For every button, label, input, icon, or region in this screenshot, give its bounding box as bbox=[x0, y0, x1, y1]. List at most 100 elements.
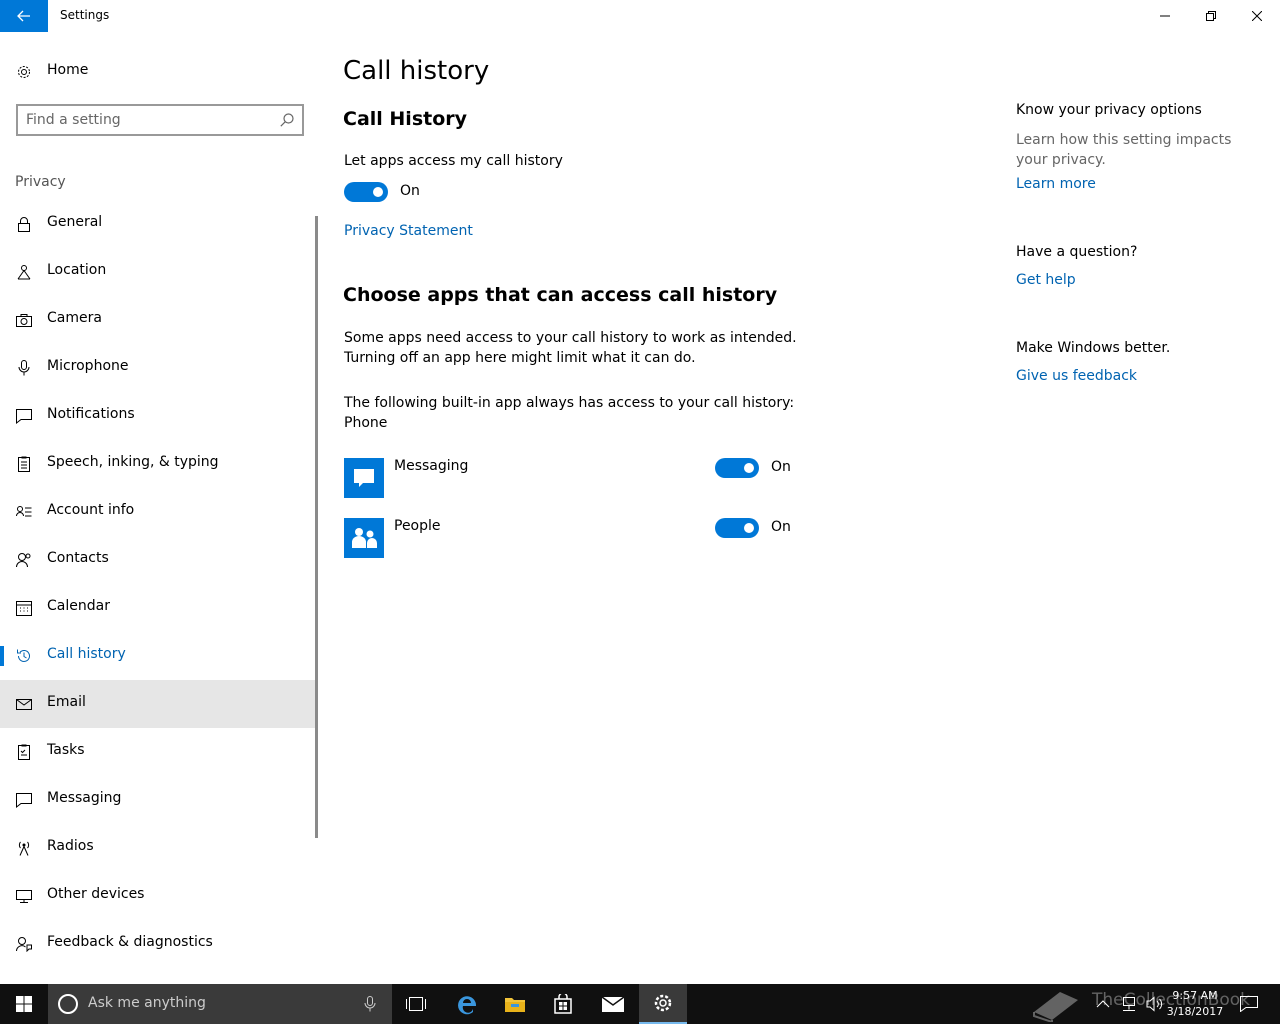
sidebar-item-label: Location bbox=[47, 262, 107, 278]
privacy-nav-list: General Location Camera Microphone Notif… bbox=[0, 200, 318, 968]
store-icon bbox=[554, 994, 572, 1014]
sidebar-item-general[interactable]: General bbox=[0, 200, 318, 248]
home-nav-item[interactable]: Home bbox=[0, 56, 320, 88]
notifications-icon bbox=[16, 409, 32, 424]
close-button[interactable] bbox=[1234, 0, 1280, 32]
page-title: Call history bbox=[343, 56, 490, 86]
get-help-link[interactable]: Get help bbox=[1016, 272, 1076, 288]
radio-tower-icon bbox=[18, 841, 30, 856]
clock-time: 9:57 AM bbox=[1172, 989, 1218, 1002]
edge-icon bbox=[458, 996, 477, 1015]
contacts-icon bbox=[16, 553, 31, 568]
sidebar-item-other-devices[interactable]: Other devices bbox=[0, 872, 318, 920]
sidebar-item-feedback[interactable]: Feedback & diagnostics bbox=[0, 920, 318, 968]
sidebar-item-email[interactable]: Email bbox=[0, 680, 318, 728]
restore-icon bbox=[1206, 11, 1216, 21]
folder-icon bbox=[505, 998, 525, 1012]
give-feedback-link[interactable]: Give us feedback bbox=[1016, 368, 1137, 384]
microphone-icon bbox=[18, 360, 30, 376]
sidebar-item-label: Tasks bbox=[47, 742, 85, 758]
mail-icon bbox=[601, 996, 625, 1012]
sidebar-item-camera[interactable]: Camera bbox=[0, 296, 318, 344]
app-name-messaging: Messaging bbox=[394, 458, 469, 474]
sidebar-item-label: Other devices bbox=[47, 886, 145, 902]
action-center-icon[interactable] bbox=[1240, 996, 1258, 1012]
learn-more-link[interactable]: Learn more bbox=[1016, 176, 1096, 192]
sidebar-item-tasks[interactable]: Tasks bbox=[0, 728, 318, 776]
people-icon bbox=[352, 528, 377, 548]
cortana-search-box[interactable]: Ask me anything bbox=[48, 984, 392, 1024]
home-label: Home bbox=[47, 62, 89, 78]
messaging-toggle[interactable] bbox=[715, 458, 759, 478]
store-button[interactable] bbox=[539, 984, 587, 1024]
back-button[interactable] bbox=[0, 0, 48, 32]
sidebar-item-microphone[interactable]: Microphone bbox=[0, 344, 318, 392]
sidebar-item-notifications[interactable]: Notifications bbox=[0, 392, 318, 440]
tasks-icon bbox=[18, 744, 30, 760]
task-view-icon bbox=[406, 997, 426, 1011]
search-box[interactable] bbox=[16, 104, 304, 136]
start-button[interactable] bbox=[0, 984, 48, 1024]
window-title: Settings bbox=[60, 8, 110, 22]
taskbar-clock[interactable]: 9:57 AM 3/18/2017 bbox=[1160, 988, 1230, 1020]
mail-app-button[interactable] bbox=[589, 984, 637, 1024]
book-watermark-icon bbox=[1033, 992, 1078, 1022]
location-icon bbox=[17, 265, 31, 280]
people-app-icon bbox=[344, 518, 384, 558]
call-history-toggle[interactable] bbox=[344, 182, 388, 202]
toggle-state: On bbox=[400, 183, 420, 199]
minimize-button[interactable] bbox=[1142, 0, 1188, 32]
network-icon[interactable] bbox=[1120, 996, 1138, 1012]
sidebar-item-location[interactable]: Location bbox=[0, 248, 318, 296]
edge-button[interactable] bbox=[443, 984, 491, 1024]
privacy-options-title: Know your privacy options bbox=[1016, 102, 1202, 118]
sidebar-item-account-info[interactable]: Account info bbox=[0, 488, 318, 536]
sidebar-scrollbar[interactable] bbox=[315, 216, 318, 838]
speech-bubble-icon bbox=[354, 469, 374, 487]
messaging-toggle-state: On bbox=[771, 459, 791, 475]
sidebar-item-label: Calendar bbox=[47, 598, 110, 614]
people-toggle-state: On bbox=[771, 519, 791, 535]
minimize-icon bbox=[1160, 15, 1170, 17]
title-bar: Settings bbox=[0, 0, 1280, 32]
back-arrow-icon bbox=[17, 10, 30, 22]
microphone-icon[interactable] bbox=[364, 996, 376, 1012]
sidebar-item-label: Call history bbox=[47, 646, 126, 662]
settings-app-button[interactable] bbox=[639, 984, 687, 1024]
restore-button[interactable] bbox=[1188, 0, 1234, 32]
sidebar-item-label: Radios bbox=[47, 838, 94, 854]
close-icon bbox=[1252, 11, 1262, 21]
mail-icon bbox=[16, 699, 32, 710]
cortana-search-text: Ask me anything bbox=[88, 995, 206, 1011]
sidebar-item-speech[interactable]: Speech, inking, & typing bbox=[0, 440, 318, 488]
privacy-options-text: Learn how this setting impacts your priv… bbox=[1016, 132, 1232, 168]
builtin-line-1: The following built-in app always has ac… bbox=[344, 395, 795, 411]
sidebar-item-calendar[interactable]: Calendar bbox=[0, 584, 318, 632]
cortana-icon bbox=[58, 994, 78, 1014]
search-input[interactable] bbox=[26, 110, 276, 130]
task-view-button[interactable] bbox=[392, 984, 440, 1024]
search-icon[interactable] bbox=[280, 113, 294, 127]
privacy-statement-link[interactable]: Privacy Statement bbox=[344, 223, 473, 239]
section-heading: Privacy bbox=[15, 174, 66, 190]
sidebar-item-contacts[interactable]: Contacts bbox=[0, 536, 318, 584]
gear-icon bbox=[654, 994, 672, 1012]
speech-icon bbox=[18, 456, 30, 472]
sidebar-item-messaging[interactable]: Messaging bbox=[0, 776, 318, 824]
people-toggle[interactable] bbox=[715, 518, 759, 538]
description-line-2: Turning off an app here might limit what… bbox=[344, 350, 696, 366]
sidebar-item-label: Contacts bbox=[47, 550, 109, 566]
description-line-1: Some apps need access to your call histo… bbox=[344, 330, 797, 346]
sidebar-item-label: Microphone bbox=[47, 358, 129, 374]
sidebar-item-label: Account info bbox=[47, 502, 135, 518]
sidebar-item-call-history[interactable]: Call history bbox=[0, 632, 318, 680]
lock-icon bbox=[18, 217, 30, 232]
sidebar-item-radios[interactable]: Radios bbox=[0, 824, 318, 872]
gear-icon bbox=[18, 66, 30, 78]
sidebar-item-label: Speech, inking, & typing bbox=[47, 454, 219, 470]
clock-date: 3/18/2017 bbox=[1166, 1005, 1224, 1018]
sidebar-item-label: Email bbox=[47, 694, 86, 710]
chevron-up-icon[interactable] bbox=[1096, 999, 1110, 1009]
toggle-label: Let apps access my call history bbox=[344, 153, 563, 169]
file-explorer-button[interactable] bbox=[491, 984, 539, 1024]
